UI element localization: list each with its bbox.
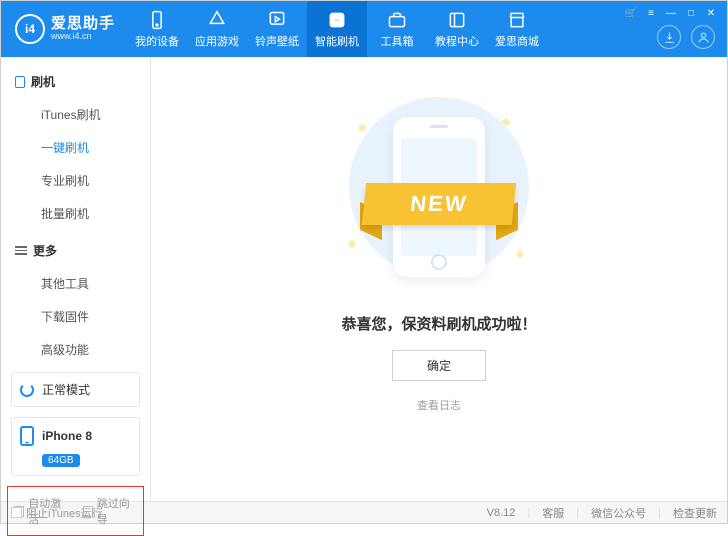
nav-apps[interactable]: 应用游戏 [187,1,247,57]
apps-icon [207,10,227,30]
app-header: i4 爱思助手 www.i4.cn 我的设备应用游戏铃声壁纸智能刷机工具箱教程中… [1,1,727,57]
menu-icon[interactable]: ≡ [645,7,657,19]
sidebar-item[interactable]: 专业刷机 [1,164,150,197]
version-label: V8.12 [487,507,516,519]
close-button[interactable]: ✕ [705,7,717,19]
minimize-button[interactable]: — [665,7,677,19]
view-log-link[interactable]: 查看日志 [417,397,461,413]
nav-store[interactable]: 爱思商城 [487,1,547,57]
music-icon [267,10,287,30]
top-nav: 我的设备应用游戏铃声壁纸智能刷机工具箱教程中心爱思商城 [127,1,547,57]
store-icon [507,10,527,30]
device-icon [147,10,167,30]
sidebar-group-0: 刷机 [1,67,150,96]
mode-label: 正常模式 [42,381,90,398]
support-link[interactable]: 客服 [542,505,564,521]
main-panel: NEW 恭喜您，保资料刷机成功啦！ 确定 查看日志 [151,57,727,501]
device-icon [15,76,25,88]
book-icon [447,10,467,30]
sidebar-item[interactable]: 下载固件 [1,300,150,333]
sidebar-item[interactable]: 高级功能 [1,333,150,366]
download-button[interactable] [657,25,681,49]
brand: i4 爱思助手 www.i4.cn [1,1,127,57]
block-itunes-checkbox[interactable]: 阻止iTunes运行 [11,505,103,521]
sidebar-item[interactable]: 一键刷机 [1,131,150,164]
nav-book[interactable]: 教程中心 [427,1,487,57]
menu-icon [15,246,27,255]
sidebar-item[interactable]: 批量刷机 [1,197,150,230]
device-name: iPhone 8 [42,429,92,443]
maximize-button[interactable]: □ [685,7,697,19]
window-controls: 🛒 ≡ — □ ✕ [625,7,717,19]
new-ribbon: NEW [362,183,516,225]
nav-toolbox[interactable]: 工具箱 [367,1,427,57]
phone-icon [20,426,34,446]
mode-icon [20,383,34,397]
nav-flash[interactable]: 智能刷机 [307,1,367,57]
wechat-link[interactable]: 微信公众号 [591,505,646,521]
user-button[interactable] [691,25,715,49]
brand-url: www.i4.cn [51,32,115,42]
toolbox-icon [387,10,407,30]
mode-box[interactable]: 正常模式 [11,372,140,407]
check-update-link[interactable]: 检查更新 [673,505,717,521]
brand-logo: i4 [15,14,45,44]
sidebar-group-1: 更多 [1,236,150,265]
ok-button[interactable]: 确定 [392,350,486,381]
cart-icon[interactable]: 🛒 [625,7,637,19]
nav-device[interactable]: 我的设备 [127,1,187,57]
success-illustration: NEW [329,97,549,297]
sidebar-item[interactable]: 其他工具 [1,267,150,300]
nav-music[interactable]: 铃声壁纸 [247,1,307,57]
flash-icon [327,10,347,30]
brand-name: 爱思助手 [51,16,115,33]
storage-badge: 64GB [42,454,80,467]
success-message: 恭喜您，保资料刷机成功啦！ [341,313,536,334]
sidebar-item[interactable]: iTunes刷机 [1,98,150,131]
device-box[interactable]: iPhone 8 64GB [11,417,140,476]
sidebar: 刷机iTunes刷机一键刷机专业刷机批量刷机更多其他工具下载固件高级功能 正常模… [1,57,151,501]
